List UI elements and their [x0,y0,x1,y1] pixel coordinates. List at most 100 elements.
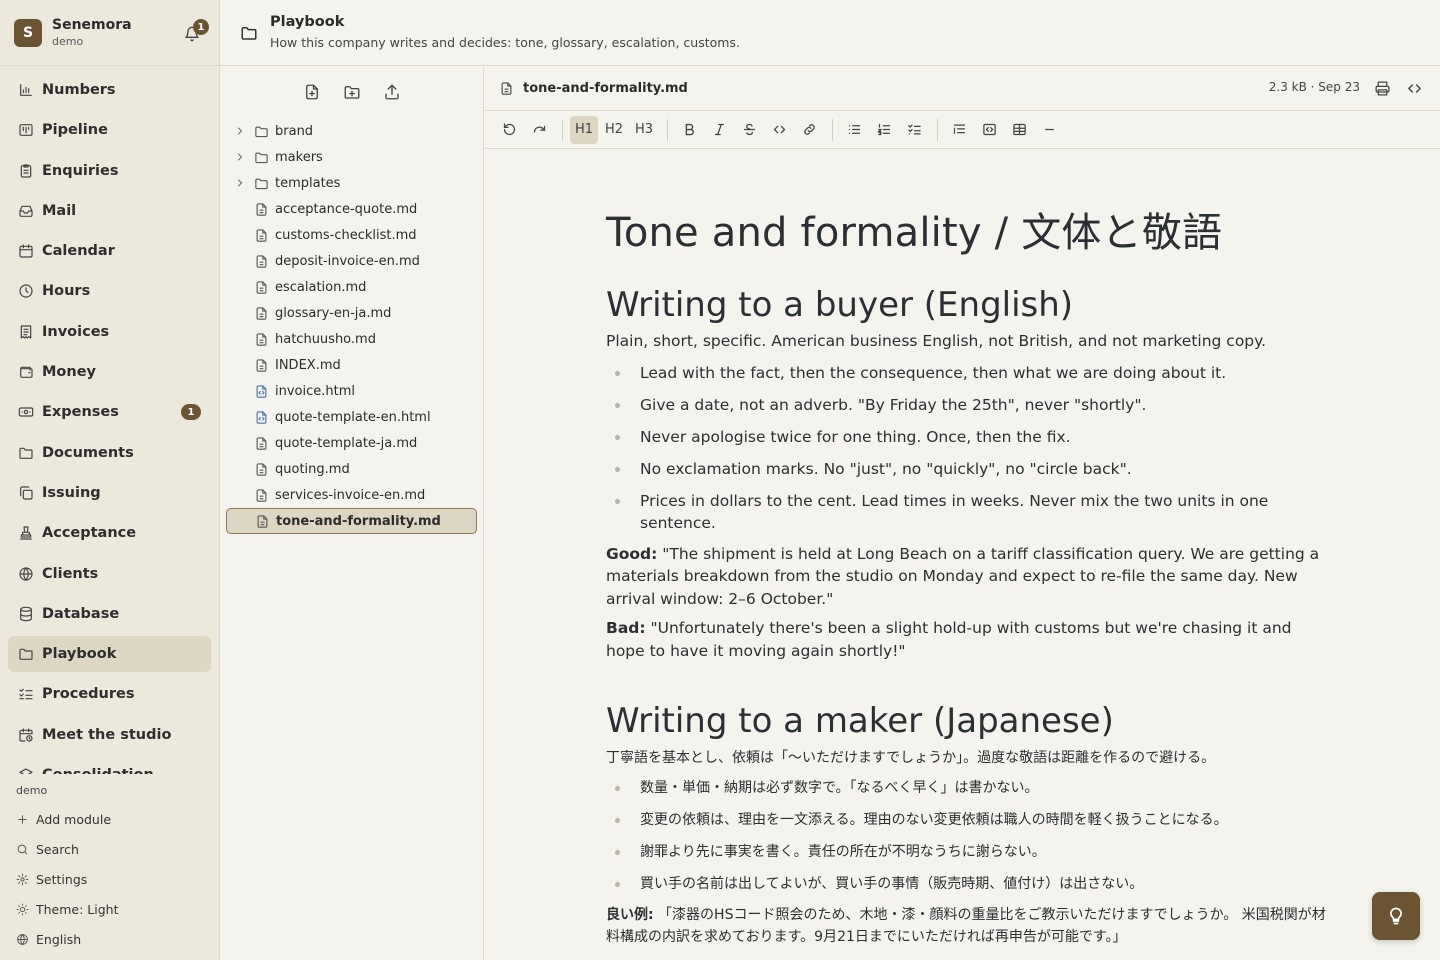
footer-language[interactable]: English [0,924,219,954]
bad-label: Bad: [606,619,646,637]
file-text-icon [256,358,267,372]
sidebar-item-mail[interactable]: Mail [8,193,211,229]
sidebar-item-meet-the-studio[interactable]: Meet the studio [8,717,211,753]
footer-add-module[interactable]: Add module [0,804,219,834]
document-content[interactable]: Tone and formality / 文体と敬語 Writing to a … [606,207,1326,949]
tree-folder[interactable]: templates [226,170,477,196]
footer-item-label: Settings [36,871,88,887]
tree-file[interactable]: quote-template-ja.md [226,430,477,456]
sidebar-item-label: Consolidation [42,767,154,774]
footer-item-label: English [36,931,82,947]
sidebar-item-enquiries[interactable]: Enquiries [8,153,211,189]
strikethrough-button[interactable] [735,116,763,144]
sidebar-item-documents[interactable]: Documents [8,435,211,471]
doc-title: Tone and formality / 文体と敬語 [606,210,1223,256]
ordered-list-button[interactable] [870,116,898,144]
tree-file[interactable]: quoting.md [226,456,477,482]
upload-icon[interactable] [383,83,401,101]
list-item: Prices in dollars to the cent. Lead time… [606,490,1326,534]
tree-file[interactable]: tone-and-formality.md [226,508,477,534]
chevron-right-icon[interactable] [234,151,246,163]
print-icon[interactable] [1374,80,1391,97]
toolbar-divider [832,118,833,141]
tree-file[interactable]: quote-template-en.html [226,404,477,430]
chevron-right-icon[interactable] [234,177,246,189]
tree-file[interactable]: deposit-invoice-en.md [226,248,477,274]
calendar-icon [19,244,33,258]
tree-file[interactable]: glossary-en-ja.md [226,300,477,326]
sidebar-item-clients[interactable]: Clients [8,556,211,592]
tree-item-label: hatchuusho.md [275,331,376,347]
code-view-icon[interactable] [1406,80,1423,97]
ja-good-label: 良い例: [606,906,654,923]
sidebar-item-numbers[interactable]: Numbers [8,72,211,108]
italic-button[interactable] [705,116,733,144]
tree-file[interactable]: acceptance-quote.md [226,196,477,222]
task-list-button[interactable] [900,116,928,144]
sidebar-item-issuing[interactable]: Issuing [8,475,211,511]
tips-button[interactable] [1372,892,1420,940]
heading2-button[interactable]: H2 [600,116,628,144]
tree-file[interactable]: INDEX.md [226,352,477,378]
tree-file[interactable]: customs-checklist.md [226,222,477,248]
section-heading-en: Writing to a buyer (English) [606,285,1074,325]
tree-item-label: acceptance-quote.md [275,201,418,217]
sidebar-item-label: Playbook [42,646,117,663]
blockquote-button[interactable] [945,116,973,144]
tree-item-label: escalation.md [275,279,367,295]
undo-button[interactable] [495,116,523,144]
chevron-right-icon[interactable] [234,125,246,137]
tree-folder[interactable]: makers [226,144,477,170]
list-item: Never apologise twice for one thing. Onc… [606,426,1326,448]
bullet-list-button[interactable] [840,116,868,144]
folder-icon [255,178,268,189]
tree-item-label: quote-template-ja.md [275,435,418,451]
link-button[interactable] [795,116,823,144]
sidebar-item-consolidation[interactable]: Consolidation [8,757,211,774]
sidebar-item-expenses[interactable]: Expenses 1 [8,394,211,430]
horizontal-rule-button[interactable] [1035,116,1063,144]
footer-theme[interactable]: Theme: Light [0,894,219,924]
list-item: 変更の依頼は、理由を一文添える。理由のない変更依頼は職人の時間を軽く扱うことにな… [606,809,1326,831]
sidebar-item-invoices[interactable]: Invoices [8,314,211,350]
table-button[interactable] [1005,116,1033,144]
html-file-icon [256,410,267,424]
tree-file[interactable]: services-invoice-en.md [226,482,477,508]
heading3-button[interactable]: H3 [630,116,658,144]
bold-button[interactable] [675,116,703,144]
database-icon [20,606,32,622]
sidebar-item-pipeline[interactable]: Pipeline [8,112,211,148]
wallet-icon [20,366,33,379]
bullet-list-en: Lead with the fact, then the consequence… [606,362,1326,534]
sidebar-item-database[interactable]: Database [8,596,211,632]
brand-logo[interactable]: S [14,18,42,47]
code-block-button[interactable] [975,116,1003,144]
inline-code-button[interactable] [765,116,793,144]
bullet-list-ja: 数量・単価・納期は必ず数字で。「なるべく早く」は書かない。 変更の依頼は、理由を一… [606,777,1326,895]
footer-search[interactable]: Search [0,834,219,864]
heading1-button[interactable]: H1 [570,115,598,144]
sidebar-item-money[interactable]: Money [8,354,211,390]
footer-item-label: Theme: Light [36,901,119,917]
tree-folder[interactable]: brand [226,118,477,144]
new-file-icon[interactable] [303,83,321,101]
sidebar-item-label: Money [42,364,96,381]
redo-button[interactable] [525,116,553,144]
folder-icon [19,648,33,661]
ja-good-example: 「漆器のHSコード照会のため、木地・漆・顔料の重量比をご教示いただけますでしょう… [606,906,1326,946]
sidebar-item-hours[interactable]: Hours [8,273,211,309]
sidebar-item-procedures[interactable]: Procedures [8,676,211,712]
sidebar-item-calendar[interactable]: Calendar [8,233,211,269]
tree-file[interactable]: invoice.html [226,378,477,404]
sidebar-item-acceptance[interactable]: Acceptance [8,515,211,551]
brand-name[interactable]: Senemora [52,16,132,34]
bold-icon [685,123,694,136]
table-icon [1012,123,1026,136]
sidebar-item-playbook[interactable]: Playbook [8,636,211,673]
tree-file[interactable]: escalation.md [226,274,477,300]
footer-settings[interactable]: Settings [0,864,219,894]
new-folder-icon[interactable] [343,83,361,101]
footer-item-label: Add module [36,811,112,827]
tree-file[interactable]: hatchuusho.md [226,326,477,352]
ordered-list-icon [876,123,890,136]
